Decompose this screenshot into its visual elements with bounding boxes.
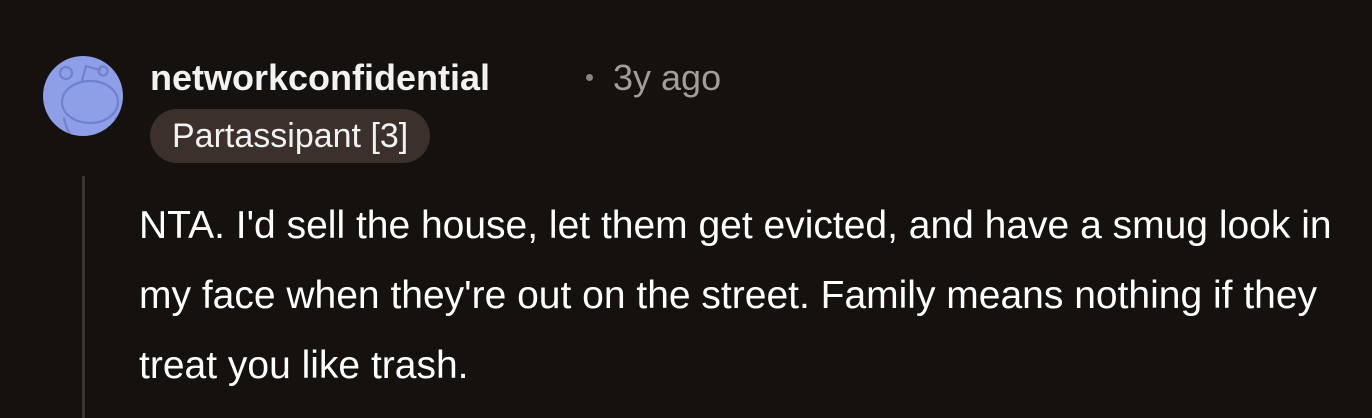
thread-line[interactable] <box>82 176 85 418</box>
timestamp[interactable]: 3y ago <box>613 56 721 100</box>
user-flair: Partassipant [3] <box>150 109 431 163</box>
username[interactable]: networkconfidential <box>150 56 490 100</box>
comment-body: NTA. I'd sell the house, let them get ev… <box>139 204 1332 387</box>
comment: networkconfidential 3y ago Partassipant … <box>0 0 1372 418</box>
dot-separator-icon <box>586 74 593 81</box>
avatar[interactable] <box>42 44 124 148</box>
